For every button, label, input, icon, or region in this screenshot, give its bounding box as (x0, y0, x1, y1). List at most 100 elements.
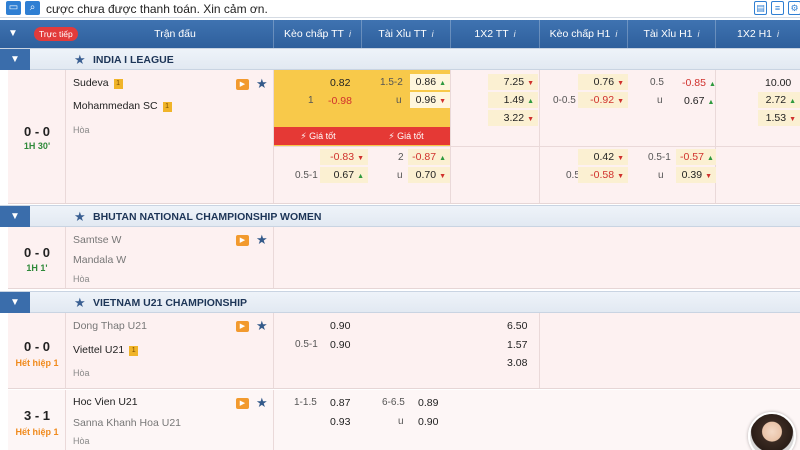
odds-value[interactable]: -0.57 ▲ (676, 149, 716, 165)
odds-value[interactable]: 0.93 (330, 416, 350, 428)
document-icon[interactable]: ≡ (771, 1, 784, 15)
handicap-line: 1 (308, 95, 314, 106)
odds-value[interactable]: -0.92 ▼ (578, 92, 628, 108)
league-header[interactable]: ▼ ★ INDIA I LEAGUE (0, 48, 800, 70)
odds-value[interactable]: -0.87 ▲ (408, 149, 450, 165)
header-hdp-ft: Kèo chấp TT i (273, 20, 361, 48)
red-card-badge: 1 (162, 102, 172, 112)
star-icon[interactable]: ★ (256, 233, 268, 246)
odds-value[interactable]: 0.67 ▲ (320, 167, 368, 183)
odds-value[interactable]: 1.57 (507, 339, 527, 351)
odds-value[interactable]: -0.83 ▼ (320, 149, 368, 165)
home-team[interactable]: Sudeva 1 (73, 77, 123, 89)
handicap-line: 0.5-1 (295, 339, 318, 350)
collapse-all-chevron-icon[interactable]: ▼ (8, 28, 18, 39)
odds-value[interactable]: 0.76 ▼ (578, 74, 628, 90)
away-team[interactable]: Mandala W (73, 254, 126, 266)
odds-value[interactable]: 0.90 (330, 339, 350, 351)
info-icon: i (697, 29, 700, 39)
header-match: Trận đấu (154, 28, 196, 40)
odds-value[interactable]: 0.90 (330, 320, 350, 332)
odds-value[interactable]: 6.50 (507, 320, 527, 332)
away-team[interactable]: Sanna Khanh Hoa U21 (73, 417, 181, 429)
match-score: 0 - 0 (23, 245, 50, 260)
best-price-badge[interactable]: ⚡ Giá tốt (362, 127, 450, 145)
home-team[interactable]: Samtse W (73, 234, 121, 246)
odds-value[interactable]: -0.98 (328, 95, 352, 107)
odds-value[interactable]: 0.89 (418, 397, 438, 409)
match-score: 3 - 1 (23, 408, 50, 423)
settings-icon[interactable]: ⚙ (788, 1, 800, 15)
away-team[interactable]: Viettel U21 1 (73, 344, 139, 356)
odds-value[interactable]: -0.85 ▲ (682, 77, 716, 89)
away-team[interactable]: Mohammedan SC 1 (73, 100, 172, 112)
match-score: 0 - 0 (23, 339, 50, 354)
chevron-down-icon[interactable]: ▼ (0, 49, 30, 70)
star-icon[interactable]: ★ (256, 319, 268, 332)
tv-icon[interactable]: ▶ (236, 321, 249, 332)
ou-line: 0.5 (650, 77, 664, 88)
match-row: 0 - 0 Hết hiệp 1 Dong Thap U21 Viettel U… (8, 313, 800, 389)
header-1x2-h1: 1X2 H1 i (715, 20, 800, 48)
header-ou-h1: Tài Xỉu H1 i (627, 20, 715, 48)
chevron-down-icon[interactable]: ▼ (0, 206, 30, 227)
odds-value[interactable]: 1.49 ▲ (488, 92, 538, 108)
tv-icon[interactable]: ▶ (236, 398, 249, 409)
header-hdp-h1: Kèo chấp H1 i (539, 20, 627, 48)
star-icon[interactable]: ★ (74, 295, 86, 311)
best-price-badge[interactable]: ⚡ Giá tốt (274, 127, 362, 145)
star-icon[interactable]: ★ (256, 396, 268, 409)
odds-value[interactable]: -0.58 ▼ (578, 167, 628, 183)
under-label: u (658, 170, 664, 181)
odds-value[interactable]: 3.22 ▼ (488, 110, 538, 126)
odds-value[interactable]: 10.00 (765, 77, 791, 89)
tv-icon[interactable]: ▶ (236, 79, 249, 90)
league-header[interactable]: ▼ ★ BHUTAN NATIONAL CHAMPIONSHIP WOMEN (0, 205, 800, 227)
odds-value[interactable]: 0.86 ▲ (410, 74, 450, 90)
odds-value[interactable]: 0.39 ▼ (676, 167, 716, 183)
match-time: 1H 30' (23, 141, 51, 151)
odds-value[interactable]: 1.53 ▼ (758, 110, 800, 126)
match-time: Hết hiệp 1 (15, 427, 59, 437)
match-time: Hết hiệp 1 (15, 358, 59, 368)
red-card-badge: 1 (129, 346, 139, 356)
star-icon[interactable]: ★ (74, 209, 86, 225)
odds-value[interactable]: 0.96 ▼ (410, 92, 450, 108)
odds-value[interactable]: 0.82 (330, 77, 350, 89)
star-icon[interactable]: ★ (74, 52, 86, 68)
match-score: 0 - 0 (23, 124, 50, 139)
odds-value[interactable]: 0.70 ▼ (408, 167, 450, 183)
match-row: 0 - 0 1H 30' Sudeva 1 Mohammedan SC 1 Hòa … (8, 70, 800, 204)
info-icon: i (777, 29, 780, 39)
odds-value[interactable]: 2.72 ▲ (758, 92, 800, 108)
chat-icon[interactable]: ▤ (754, 1, 767, 15)
ou-line: 6-6.5 (382, 397, 405, 408)
odds-value[interactable]: 3.08 (507, 357, 527, 369)
odds-value[interactable]: 0.67 ▲ (684, 95, 714, 107)
tv-icon[interactable]: ▶ (236, 235, 249, 246)
star-icon[interactable]: ★ (256, 77, 268, 90)
search-icon[interactable]: ⌕ (25, 1, 40, 15)
info-icon: i (431, 29, 434, 39)
message-icon[interactable]: ▭ (6, 1, 21, 15)
odds-value[interactable]: 7.25 ▼ (488, 74, 538, 90)
odds-value[interactable]: 0.42 ▼ (578, 149, 628, 165)
under-label: u (397, 170, 403, 181)
home-team[interactable]: Hoc Vien U21 (73, 396, 138, 408)
live-badge[interactable]: Trực tiếp (34, 27, 78, 41)
header-1x2-ft: 1X2 TT i (450, 20, 539, 48)
odds-value[interactable]: 0.90 (418, 416, 438, 428)
ou-line: 0.5-1 (648, 152, 671, 163)
draw-label: Hòa (73, 125, 90, 135)
red-card-badge: 1 (113, 79, 123, 89)
chevron-down-icon[interactable]: ▼ (0, 292, 30, 313)
handicap-line: 1-1.5 (294, 397, 317, 408)
odds-table-header: ▼ Trực tiếp Trận đấu Kèo chấp TT i Tài Xỉ… (0, 20, 800, 48)
info-icon: i (348, 29, 351, 39)
draw-label: Hòa (73, 436, 90, 446)
league-header[interactable]: ▼ ★ VIETNAM U21 CHAMPIONSHIP (0, 291, 800, 313)
odds-value[interactable]: 0.87 (330, 397, 350, 409)
match-time: 1H 1' (26, 263, 48, 273)
home-team[interactable]: Dong Thap U21 (73, 320, 147, 332)
league-name: VIETNAM U21 CHAMPIONSHIP (93, 297, 248, 309)
